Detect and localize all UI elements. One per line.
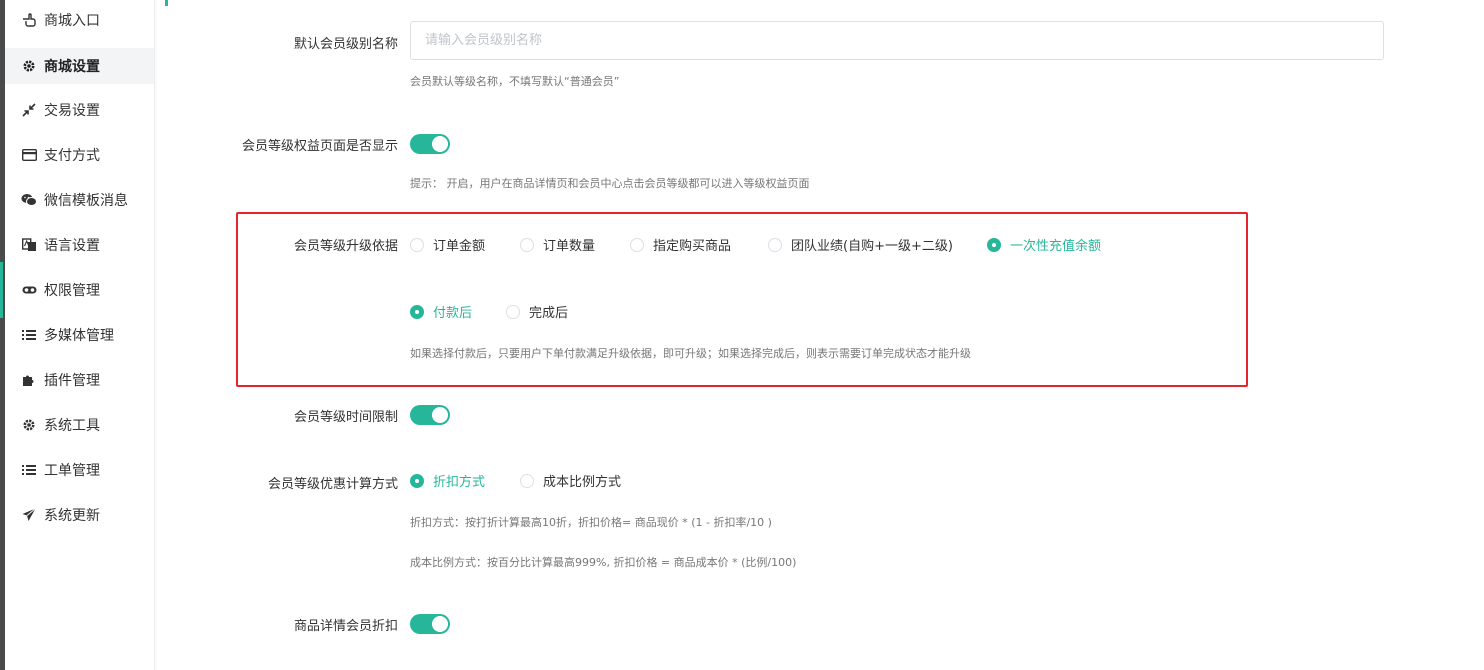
sidebar-item-label: 工单管理 [44,463,100,479]
default-level-name-hint: 会员默认等级名称，不填写默认“普通会员” [410,75,620,88]
radio-circle [630,237,644,252]
radio-label: 订单数量 [543,239,596,254]
discount-calc-option-cost-ratio[interactable]: 成本比例方式 [520,471,621,490]
sidebar-item-label: 支付方式 [44,148,100,164]
sidebar-item-system-tools[interactable]: 系统工具 [5,407,154,443]
upgrade-basis-option-order-amount[interactable]: 订单金额 [410,235,485,254]
sidebar-item-label: 交易设置 [44,103,100,119]
default-level-name-input[interactable] [410,21,1384,60]
sidebar-item-trade-settings[interactable]: 交易设置 [5,92,154,128]
sidebar-item-plugin-management[interactable]: 插件管理 [5,362,154,398]
upgrade-timing-hint: 如果选择付款后，只要用户下单付款满足升级依据，即可升级；如果选择完成后，则表示需… [410,347,971,360]
time-limit-label: 会员等级时间限制 [293,410,398,425]
sidebar-item-media-management[interactable]: 多媒体管理 [5,317,154,353]
glasses-icon [21,282,37,298]
sidebar-item-mall-entry[interactable]: 商城入口 [5,2,154,38]
compress-arrows-icon [21,102,37,118]
radio-circle [520,473,534,488]
sidebar-item-label: 多媒体管理 [44,328,114,344]
toggle-knob [432,407,448,423]
gear-icon [21,58,37,74]
radio-label: 指定购买商品 [653,239,732,254]
sidebar-item-mall-settings[interactable]: 商城设置 [5,48,154,84]
detail-discount-toggle[interactable] [410,614,450,634]
sidebar-item-wechat-templates[interactable]: 微信模板消息 [5,182,154,218]
sidebar-item-payment-methods[interactable]: 支付方式 [5,137,154,173]
discount-calc-option-discount[interactable]: 折扣方式 [410,471,485,490]
upgrade-basis-option-team-performance[interactable]: 团队业绩(自购+一级+二级) [768,235,953,254]
sidebar-item-ticket-management[interactable]: 工单管理 [5,452,154,488]
hand-pointer-icon [21,12,37,28]
toggle-knob [432,616,448,632]
settings-form [155,0,1484,670]
radio-label: 成本比例方式 [543,475,622,490]
radio-label: 完成后 [529,306,569,321]
upgrade-basis-option-specified-products[interactable]: 指定购买商品 [630,235,731,254]
sidebar-item-label: 语言设置 [44,238,100,254]
radio-label: 付款后 [433,306,473,321]
sidebar-item-label: 微信模板消息 [44,193,128,209]
upgrade-timing-option-after-completion[interactable]: 完成后 [506,302,568,321]
sidebar-item-system-update[interactable]: 系统更新 [5,497,154,533]
level-rights-page-hint: 提示： 开启，用户在商品详情页和会员中心点击会员等级都可以进入等级权益页面 [410,177,810,190]
radio-circle [987,237,1001,252]
language-icon [21,237,37,253]
radio-circle [768,237,782,252]
sidebar: 商城入口 商城设置 交易设置 支付方式 微信模板消息 语言设置 权限管理 多媒体… [0,0,155,670]
list-icon [21,462,37,478]
upgrade-basis-option-one-time-recharge[interactable]: 一次性充值余额 [987,235,1101,254]
time-limit-toggle[interactable] [410,405,450,425]
section-accent-bar [165,0,168,6]
sidebar-item-label: 商城设置 [44,59,100,75]
level-rights-page-toggle[interactable] [410,134,450,154]
sidebar-item-label: 系统工具 [44,418,100,434]
sidebar-item-label: 插件管理 [44,373,100,389]
list-icon [21,327,37,343]
sidebar-item-language-settings[interactable]: 语言设置 [5,227,154,263]
radio-circle [506,304,520,319]
radio-label: 团队业绩(自购+一级+二级) [791,239,953,254]
gear-icon [21,417,37,433]
sidebar-item-label: 系统更新 [44,508,100,524]
radio-circle [520,237,534,252]
radio-circle [410,237,424,252]
radio-circle [410,304,424,319]
radio-label: 订单金额 [433,239,486,254]
upgrade-basis-option-order-count[interactable]: 订单数量 [520,235,595,254]
sidebar-item-label: 权限管理 [44,283,100,299]
sidebar-item-label: 商城入口 [44,13,100,29]
radio-circle [410,473,424,488]
credit-card-icon [21,147,37,163]
cost-ratio-hint: 成本比例方式：按百分比计算最高999%, 折扣价格 = 商品成本价 * (比例/… [410,556,797,569]
upgrade-timing-option-after-payment[interactable]: 付款后 [410,302,472,321]
discount-calc-hint: 折扣方式：按打折计算最高10折，折扣价格= 商品现价 * (1 - 折扣率/10… [410,516,772,529]
discount-calc-label: 会员等级优惠计算方式 [267,477,398,492]
radio-label: 折扣方式 [433,475,486,490]
radio-label: 一次性充值余额 [1010,239,1102,254]
puzzle-icon [21,372,37,388]
wechat-icon [21,192,37,208]
sidebar-item-permissions[interactable]: 权限管理 [0,262,154,318]
level-rights-page-label: 会员等级权益页面是否显示 [241,139,398,154]
default-level-name-label: 默认会员级别名称 [293,37,398,52]
detail-discount-label: 商品详情会员折扣 [293,619,398,634]
upgrade-basis-label: 会员等级升级依据 [293,239,398,254]
paper-plane-icon [21,507,37,523]
toggle-knob [432,136,448,152]
